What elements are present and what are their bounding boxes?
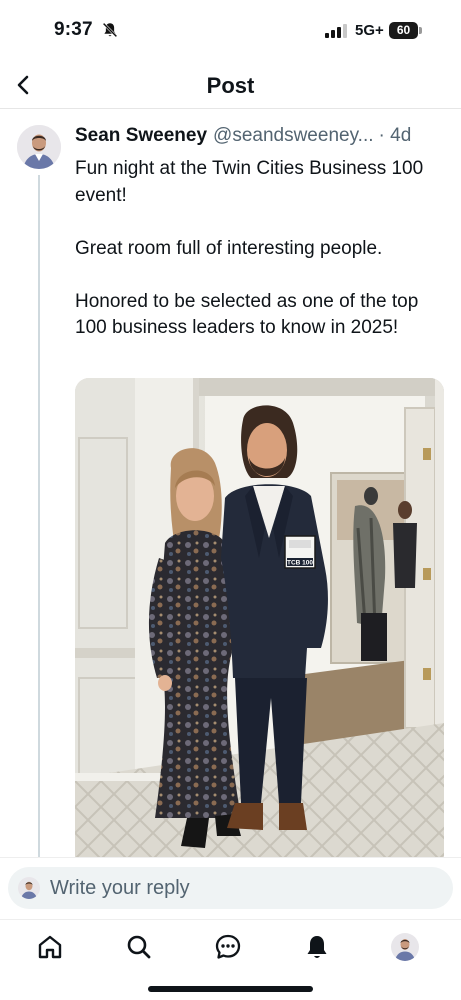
post-paragraph: Honored to be selected as one of the top… (75, 290, 419, 339)
network-type: 5G+ (355, 22, 384, 39)
tab-profile[interactable] (390, 932, 420, 962)
post: Sean Sweeney @seandsweeney... · 4d Fun n… (0, 109, 461, 857)
reply-bar: Write your reply (0, 857, 461, 919)
post-photo[interactable]: TCB 100 (75, 378, 444, 857)
status-time: 9:37 (54, 19, 93, 40)
cellular-signal-icon (325, 24, 347, 38)
battery-icon: 60 (389, 22, 422, 39)
event-photo: TCB 100 (75, 378, 444, 857)
author-handle[interactable]: @seandsweeney... (213, 125, 373, 147)
name-badge-text: TCB 100 (287, 560, 313, 567)
home-icon (38, 935, 62, 959)
tab-messages[interactable] (213, 932, 243, 962)
tab-search[interactable] (124, 932, 154, 962)
reply-placeholder: Write your reply (50, 877, 190, 899)
battery-level: 60 (396, 23, 411, 37)
reply-input[interactable]: Write your reply (8, 867, 453, 909)
nav-header: Post (0, 62, 461, 109)
post-header: Sean Sweeney @seandsweeney... · 4d (75, 125, 447, 151)
status-bar: 9:37 5G+ 60 (0, 0, 461, 62)
profile-avatar (391, 933, 419, 961)
author-avatar[interactable] (17, 125, 61, 169)
post-timestamp: · 4d (378, 125, 412, 146)
tab-notifications[interactable] (302, 932, 332, 962)
post-screen: 9:37 5G+ 60 Post Sean Sweeney @seandswee… (0, 0, 461, 1000)
tab-bar (0, 919, 461, 1000)
home-indicator (148, 986, 313, 992)
reply-avatar (18, 877, 40, 899)
post-paragraph: Fun night at the Twin Cities Business 10… (75, 158, 424, 206)
post-text: Fun night at the Twin Cities Business 10… (75, 156, 445, 342)
notifications-icon (307, 936, 327, 958)
post-paragraph: Great room full of interesting people. (75, 237, 383, 259)
messages-icon (215, 934, 241, 959)
author-name[interactable]: Sean Sweeney (75, 125, 207, 147)
avatar-image (17, 125, 61, 169)
silent-mode-icon (102, 22, 118, 38)
thread-line (38, 175, 40, 857)
page-title: Post (206, 73, 255, 98)
search-icon (127, 935, 151, 959)
tab-home[interactable] (35, 932, 65, 962)
